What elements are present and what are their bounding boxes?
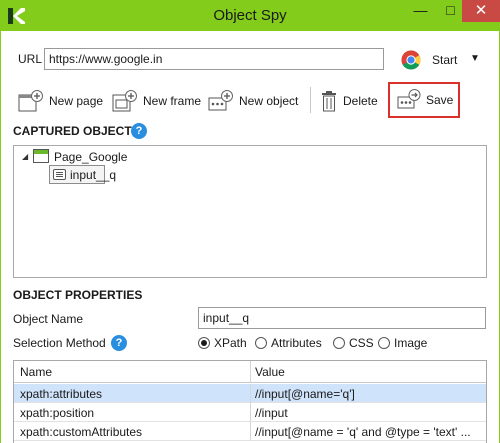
- captured-objects-heading: CAPTURED OBJECTS: [13, 124, 140, 138]
- radio-selected-icon: [198, 337, 210, 349]
- table-row[interactable]: xpath:customAttributes //input[@name = '…: [14, 422, 486, 441]
- tree-expand-icon[interactable]: ◢: [22, 152, 28, 161]
- cell-value[interactable]: //input[@name = 'q' and @type = 'text' .…: [255, 425, 471, 439]
- radio-icon: [255, 337, 267, 349]
- table-header: Name Value: [14, 361, 486, 383]
- cell-value[interactable]: //input[@name='q']: [255, 387, 355, 401]
- radio-icon: [378, 337, 390, 349]
- save-button[interactable]: Save: [388, 82, 460, 118]
- cell-value[interactable]: //input: [255, 406, 288, 420]
- cell-name: xpath:customAttributes: [20, 425, 143, 439]
- column-divider: [250, 361, 251, 383]
- new-frame-icon: [112, 90, 137, 112]
- url-input[interactable]: [44, 48, 384, 70]
- close-button[interactable]: ✕: [462, 0, 500, 22]
- new-object-label: New object: [239, 94, 299, 108]
- new-page-button[interactable]: New page: [18, 86, 103, 116]
- delete-button[interactable]: Delete: [320, 86, 378, 116]
- radio-attributes-label: Attributes: [271, 336, 322, 350]
- help-icon[interactable]: ?: [111, 335, 127, 351]
- object-icon: [53, 169, 66, 180]
- toolbar-divider: [310, 87, 311, 113]
- chrome-icon[interactable]: [401, 50, 421, 70]
- new-frame-label: New frame: [143, 94, 202, 108]
- trash-icon: [322, 91, 336, 112]
- radio-attributes[interactable]: Attributes: [255, 336, 322, 350]
- radio-image-label: Image: [394, 336, 428, 350]
- cell-name: xpath:position: [20, 406, 95, 420]
- selection-method-label: Selection Method: [13, 336, 106, 350]
- column-header-name[interactable]: Name: [20, 365, 52, 379]
- radio-image[interactable]: Image: [378, 336, 427, 350]
- page-icon: [33, 149, 49, 163]
- table-row[interactable]: xpath:position //input: [14, 403, 486, 422]
- radio-css-label: CSS: [349, 336, 374, 350]
- tree-item-object[interactable]: input__q: [70, 168, 116, 182]
- radio-xpath[interactable]: XPath: [198, 336, 247, 350]
- column-divider: [250, 403, 251, 422]
- column-divider: [250, 384, 251, 403]
- tree-item-page[interactable]: Page_Google: [54, 150, 127, 164]
- minimize-button[interactable]: —: [406, 0, 435, 22]
- properties-table: Name Value xpath:attributes //input[@nam…: [13, 360, 487, 443]
- radio-css[interactable]: CSS: [333, 336, 374, 350]
- new-page-icon: [18, 90, 43, 112]
- column-divider: [250, 422, 251, 441]
- maximize-button[interactable]: □: [436, 0, 465, 22]
- new-frame-button[interactable]: New frame: [112, 86, 201, 116]
- object-name-input[interactable]: [198, 307, 486, 329]
- save-icon: [397, 89, 421, 109]
- start-dropdown-icon[interactable]: ▼: [470, 53, 480, 64]
- new-object-icon: [208, 90, 233, 111]
- start-button[interactable]: Start: [432, 53, 457, 67]
- object-name-label: Object Name: [13, 312, 84, 326]
- radio-xpath-label: XPath: [214, 336, 247, 350]
- help-icon[interactable]: ?: [131, 123, 147, 139]
- table-row[interactable]: xpath:attributes //input[@name='q']: [14, 384, 486, 403]
- url-label: URL: [18, 52, 43, 66]
- delete-label: Delete: [343, 94, 378, 108]
- cell-name: xpath:attributes: [20, 387, 103, 401]
- radio-icon: [333, 337, 345, 349]
- new-page-label: New page: [49, 94, 104, 108]
- new-object-button[interactable]: New object: [208, 86, 298, 116]
- column-header-value[interactable]: Value: [255, 365, 285, 379]
- save-label: Save: [426, 93, 454, 107]
- object-properties-heading: OBJECT PROPERTIES: [13, 288, 143, 302]
- title-bar: Object Spy — □ ✕: [0, 0, 500, 31]
